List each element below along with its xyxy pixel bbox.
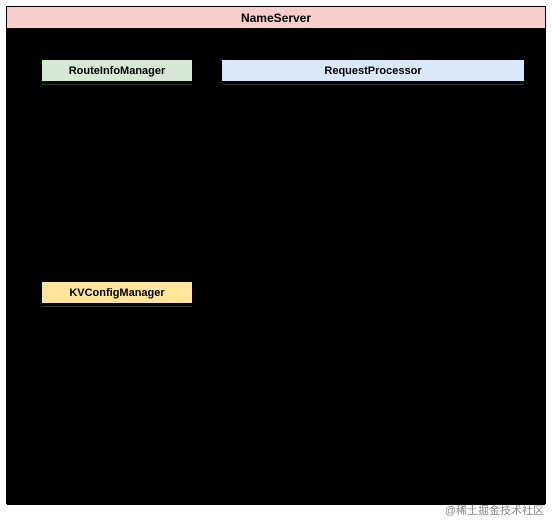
watermark-text: @稀土掘金技术社区	[445, 502, 544, 518]
kvconfigmanager-box: KVConfigManager	[41, 281, 193, 337]
kvconfigmanager-title: KVConfigManager	[42, 282, 192, 304]
nameserver-title: NameServer	[7, 7, 545, 29]
routeinfomanager-title: RouteInfoManager	[42, 60, 192, 82]
requestprocessor-body	[222, 85, 524, 483]
requestprocessor-box: RequestProcessor	[221, 59, 525, 483]
routeinfomanager-box: RouteInfoManager	[41, 59, 193, 245]
kvconfigmanager-body	[42, 307, 192, 337]
nameserver-container: NameServer RouteInfoManager KVConfigMana…	[6, 6, 546, 504]
requestprocessor-title: RequestProcessor	[222, 60, 524, 82]
routeinfomanager-body	[42, 85, 192, 245]
nameserver-body: RouteInfoManager KVConfigManager Request…	[7, 29, 545, 505]
